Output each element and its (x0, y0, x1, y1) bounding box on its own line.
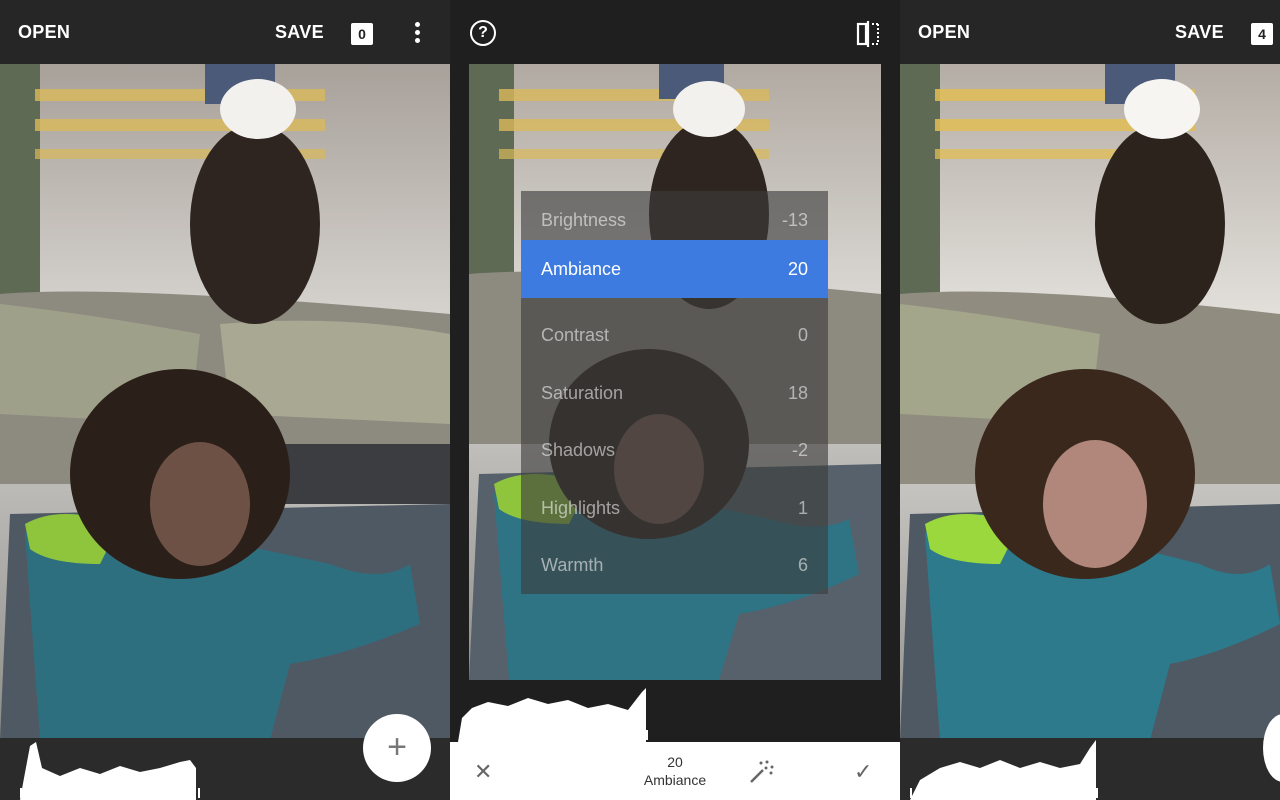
history-badge[interactable]: 4 (1251, 23, 1273, 45)
menu-item-label: Warmth (541, 555, 604, 575)
menu-item-highlights[interactable]: Highlights 1 (521, 479, 828, 537)
history-badge[interactable]: 0 (351, 23, 373, 45)
menu-item-value: 1 (797, 498, 808, 518)
menu-item-label: Saturation (541, 383, 624, 403)
menu-item-label: Highlights (541, 498, 621, 518)
histogram (910, 740, 1098, 800)
menu-item-ambiance[interactable]: Ambiance 20 (521, 240, 828, 298)
more-icon[interactable] (413, 22, 421, 46)
adjustment-readout: 20 Ambiance (450, 753, 900, 789)
compare-icon[interactable] (856, 21, 880, 47)
bottom-toolbar: ✕ 20 Ambiance ✓ (450, 742, 900, 800)
editor-panel-tune: ? Brightness -13 Ambiance 20 Contrast 0 … (450, 0, 900, 800)
menu-item-value: 18 (787, 383, 808, 403)
top-bar: OPEN SAVE 0 (0, 0, 450, 64)
menu-item-warmth[interactable]: Warmth 6 (521, 536, 828, 594)
save-button[interactable]: SAVE (275, 22, 324, 43)
menu-item-contrast[interactable]: Contrast 0 (521, 306, 828, 364)
open-button[interactable]: OPEN (18, 22, 70, 43)
photo-result (900, 64, 1280, 740)
top-bar: ? (450, 0, 900, 64)
adjustment-name: Ambiance (643, 772, 707, 788)
tune-menu: Brightness -13 Ambiance 20 Contrast 0 Sa… (521, 191, 828, 594)
apply-button[interactable]: ✓ (854, 759, 872, 785)
histogram-bar (900, 738, 1280, 800)
help-icon[interactable]: ? (470, 20, 496, 46)
save-button[interactable]: SAVE (1175, 22, 1224, 43)
open-button[interactable]: OPEN (918, 22, 970, 43)
top-bar: OPEN SAVE 4 (900, 0, 1280, 64)
menu-item-shadows[interactable]: Shadows -2 (521, 421, 828, 479)
adjustment-value: 20 (667, 754, 683, 770)
menu-item-value: 6 (797, 555, 808, 575)
menu-item-value: 20 (787, 259, 808, 279)
menu-item-label: Ambiance (541, 259, 622, 279)
add-filter-button[interactable]: + (363, 714, 431, 782)
menu-item-value: -2 (791, 440, 808, 460)
editor-panel-result: OPEN SAVE 4 (900, 0, 1280, 800)
auto-adjust-icon[interactable] (747, 758, 775, 786)
menu-item-value: 0 (797, 325, 808, 345)
menu-item-saturation[interactable]: Saturation 18 (521, 364, 828, 422)
editor-panel-original: OPEN SAVE 0 + (0, 0, 450, 800)
menu-item-label: Contrast (541, 325, 610, 345)
menu-item-label: Brightness (541, 210, 627, 230)
histogram (458, 688, 648, 742)
menu-item-value: -13 (781, 210, 808, 230)
histogram (20, 742, 200, 800)
photo-original (0, 64, 450, 740)
menu-item-label: Shadows (541, 440, 616, 460)
